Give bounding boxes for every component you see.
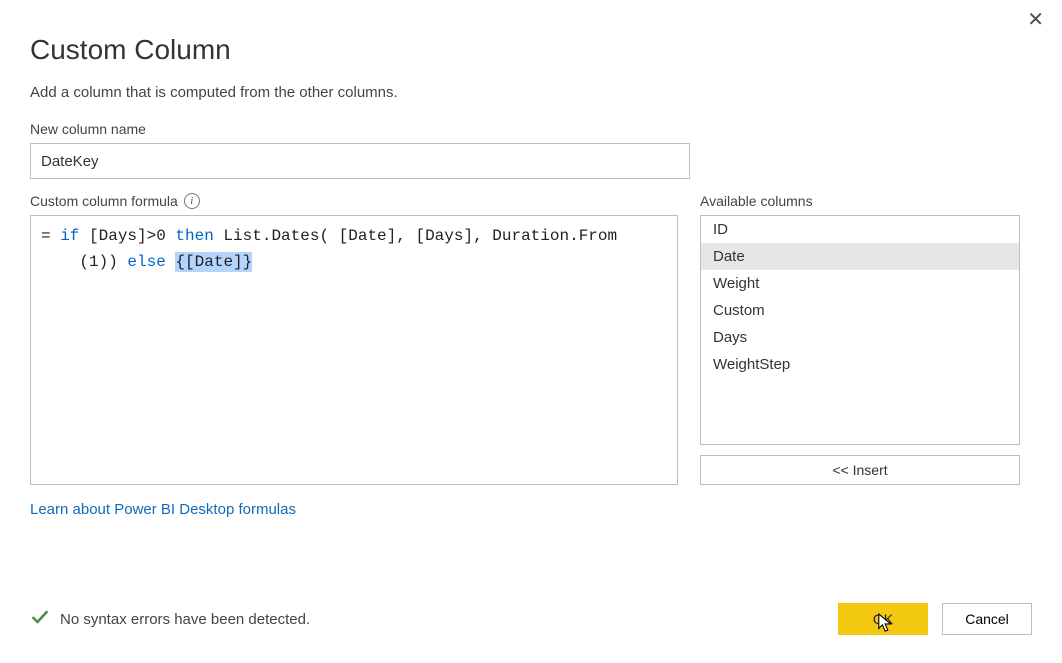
available-columns-list[interactable]: ID Date Weight Custom Days WeightStep — [700, 215, 1020, 445]
formula-code: = if [Days]>0 then List.Dates( [Date], [… — [41, 224, 667, 250]
close-icon[interactable]: ✕ — [1027, 10, 1044, 30]
dialog-title: Custom Column — [30, 34, 1032, 66]
dialog-footer: No syntax errors have been detected. OK … — [30, 603, 1032, 635]
cancel-button[interactable]: Cancel — [942, 603, 1032, 635]
learn-link[interactable]: Learn about Power BI Desktop formulas — [30, 501, 678, 518]
formula-editor[interactable]: = if [Days]>0 then List.Dates( [Date], [… — [30, 215, 678, 485]
dialog-subtitle: Add a column that is computed from the o… — [30, 84, 1032, 101]
formula-selection: {[Date]} — [175, 252, 252, 272]
custom-column-dialog: ✕ Custom Column Add a column that is com… — [0, 0, 1062, 663]
new-column-name-label: New column name — [30, 121, 1032, 137]
formula-code-line2: (1)) else {[Date]} — [41, 250, 667, 276]
list-item[interactable]: Date — [701, 243, 1019, 270]
new-column-name-input[interactable] — [30, 143, 690, 179]
insert-button[interactable]: << Insert — [700, 455, 1020, 485]
list-item[interactable]: Custom — [701, 297, 1019, 324]
available-columns-label: Available columns — [700, 193, 1020, 209]
info-icon[interactable]: i — [184, 193, 200, 209]
list-item[interactable]: Weight — [701, 270, 1019, 297]
formula-label: Custom column formula — [30, 193, 178, 209]
status-text: No syntax errors have been detected. — [60, 611, 310, 628]
list-item[interactable]: Days — [701, 324, 1019, 351]
list-item[interactable]: ID — [701, 216, 1019, 243]
check-icon — [30, 607, 50, 631]
ok-button[interactable]: OK — [838, 603, 928, 635]
list-item[interactable]: WeightStep — [701, 351, 1019, 378]
status-message: No syntax errors have been detected. — [30, 607, 310, 631]
